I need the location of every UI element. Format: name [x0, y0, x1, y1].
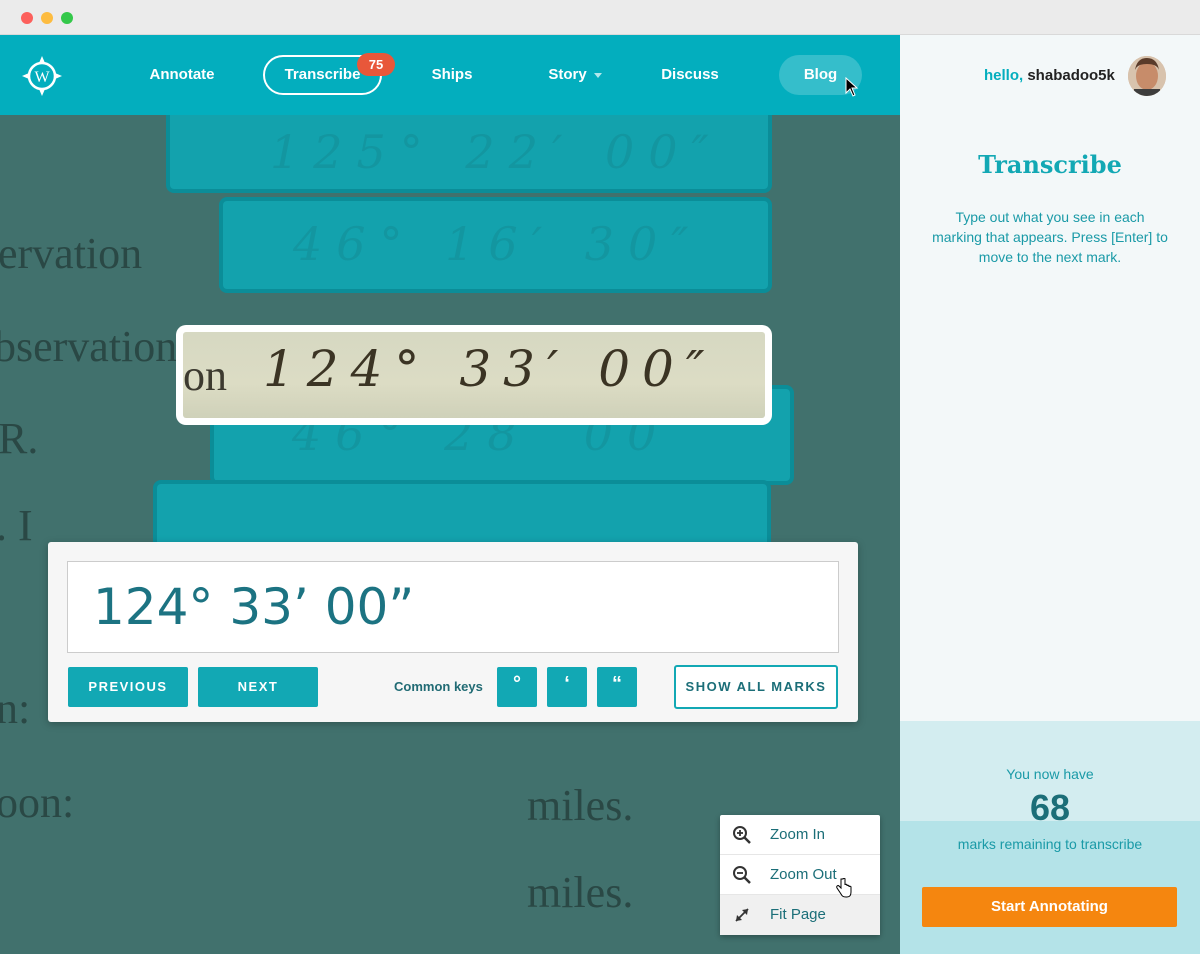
marks-remaining-label: marks remaining to transcribe [957, 836, 1143, 852]
transcription-mark[interactable]: 125° 22′ 00″ [166, 105, 772, 193]
next-button[interactable]: NEXT [198, 667, 318, 707]
top-navbar: W Annotate Transcribe 75 Ships Story Dis… [0, 35, 900, 115]
zoom-in-icon [733, 826, 751, 844]
progress-stats: You now have 68 marks remaining to trans… [900, 721, 1200, 954]
start-annotating-button[interactable]: Start Annotating [922, 887, 1177, 927]
user-greeting: hello, shabadoo5k [984, 67, 1115, 84]
greeting-hello: hello, [984, 67, 1024, 84]
avatar[interactable] [1128, 56, 1166, 96]
scan-text-line: bservation [0, 322, 178, 371]
nav-discuss[interactable]: Discuss [640, 55, 740, 95]
scan-text-line: miles. [527, 868, 634, 917]
logo-compass-icon[interactable]: W [22, 56, 62, 96]
scan-text-line: miles. [527, 781, 634, 830]
nav-story-label: Story [548, 66, 587, 83]
active-mark-handwriting: 124° 33′ 00″ [263, 340, 717, 398]
zoom-out-icon [733, 866, 751, 884]
svg-text:W: W [34, 69, 50, 86]
transcription-panel: PREVIOUS NEXT Common keys ° ‘ “ SHOW ALL… [48, 542, 858, 722]
window-titlebar [0, 0, 1200, 35]
scan-text-line: R. [0, 414, 39, 463]
window-minimize-button[interactable] [41, 12, 53, 24]
window-maximize-button[interactable] [61, 12, 73, 24]
fit-page-button[interactable]: Fit Page [720, 895, 880, 935]
nav-ships[interactable]: Ships [402, 55, 502, 95]
username[interactable]: shabadoo5k [1027, 67, 1115, 84]
scan-text-line: . I [0, 501, 33, 550]
common-keys-label: Common keys [394, 679, 483, 694]
scan-text-line: n: [0, 684, 31, 733]
mark-handwriting: 125° 22′ 00″ [270, 125, 723, 179]
degree-key-button[interactable]: ° [497, 667, 537, 707]
active-mark[interactable]: on 124° 33′ 00″ [176, 325, 772, 425]
previous-button[interactable]: PREVIOUS [68, 667, 188, 707]
zoom-in-label: Zoom In [770, 826, 826, 843]
zoom-out-label: Zoom Out [770, 866, 837, 883]
nav-annotate[interactable]: Annotate [132, 55, 232, 95]
sidebar: hello, shabadoo5k Transcribe Type out wh… [900, 35, 1200, 954]
show-all-marks-button[interactable]: SHOW ALL MARKS [674, 665, 838, 709]
minute-key-button[interactable]: ‘ [547, 667, 587, 707]
zoom-menu: Zoom In Zoom Out Fit Page [720, 815, 880, 935]
transcription-mark[interactable]: 46° 16′ 30″ [219, 197, 772, 293]
sidebar-description: Type out what you see in each marking th… [932, 209, 1168, 265]
fit-page-icon [735, 908, 749, 922]
nav-story[interactable]: Story [530, 55, 620, 95]
sidebar-title: Transcribe [978, 150, 1122, 179]
mouse-pointer-icon [845, 77, 859, 97]
scan-text-line: ervation [0, 229, 143, 278]
main-area: W Annotate Transcribe 75 Ships Story Dis… [0, 35, 900, 954]
mark-handwriting: 46° 16′ 30″ [293, 217, 703, 271]
active-mark-print-text: on [183, 351, 227, 400]
caret-down-icon [593, 72, 602, 78]
active-mark-image: on 124° 33′ 00″ [183, 332, 765, 418]
fit-page-label: Fit Page [770, 906, 826, 923]
zoom-in-button[interactable]: Zoom In [720, 815, 880, 855]
zoom-out-button[interactable]: Zoom Out [720, 855, 880, 895]
transcription-input[interactable] [67, 561, 839, 653]
scan-text-line: oon: [0, 778, 75, 827]
window-close-button[interactable] [21, 12, 33, 24]
hand-pointer-icon [836, 878, 852, 898]
remaining-count: 68 [1029, 787, 1071, 828]
transcribe-count-badge: 75 [357, 53, 395, 76]
you-now-have-label: You now have [1006, 766, 1094, 782]
second-key-button[interactable]: “ [597, 667, 637, 707]
